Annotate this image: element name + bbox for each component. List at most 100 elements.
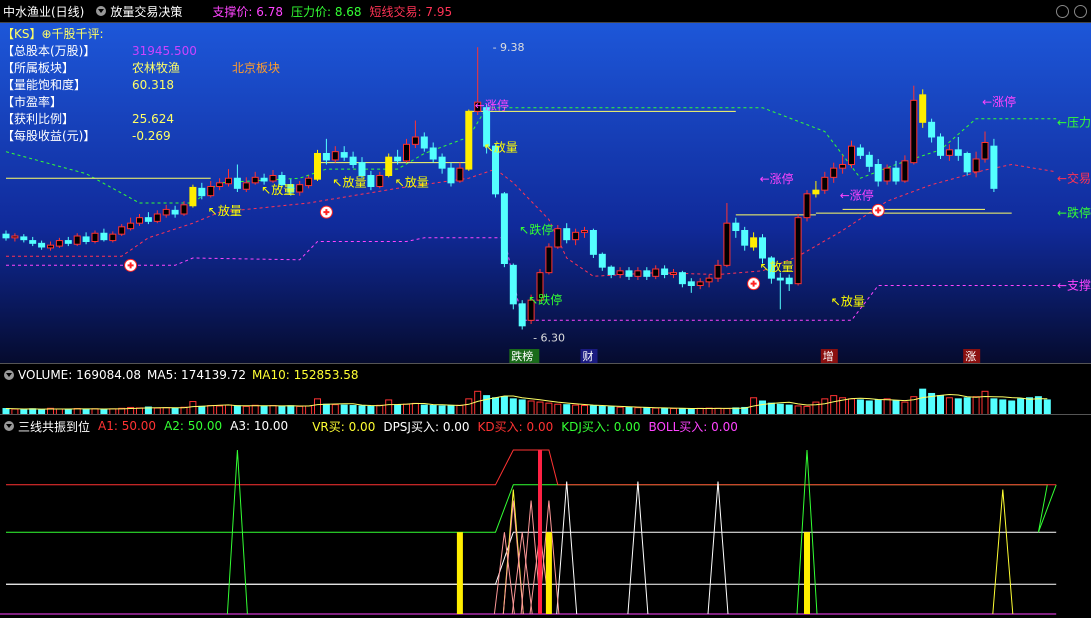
candle xyxy=(251,176,259,184)
candle xyxy=(652,268,660,277)
candle xyxy=(954,149,962,156)
yellow-signal-bar xyxy=(456,532,463,614)
a2-line xyxy=(6,484,1057,533)
candle xyxy=(545,246,553,274)
white-spike xyxy=(627,481,649,615)
candle xyxy=(358,162,366,177)
candle xyxy=(670,272,677,276)
candle xyxy=(144,217,152,222)
info-value: 25.624 xyxy=(132,112,174,126)
indicator-chart[interactable] xyxy=(0,436,1091,618)
candle xyxy=(616,270,624,275)
volume-bar xyxy=(759,400,766,415)
volume-bar xyxy=(385,399,393,415)
candle xyxy=(385,156,393,177)
a2-value: A2: 50.00 xyxy=(164,419,223,433)
candle xyxy=(874,164,882,182)
info-label: 【量能饱和度】 xyxy=(2,78,87,92)
candle xyxy=(91,232,99,242)
pressure-price: 压力价: 8.68 xyxy=(290,4,362,19)
annotation-label: ↖放量 xyxy=(831,294,865,309)
annotation-label: ↖跌停 xyxy=(528,292,562,307)
candle xyxy=(981,142,989,160)
candle xyxy=(411,136,419,145)
candle xyxy=(848,145,855,165)
indicator-header: 三线共振到位 A1: 50.00 A2: 50.00 A3: 10.00 VR买… xyxy=(0,414,1091,437)
kd-value: KD买入: 0.00 xyxy=(477,419,554,434)
candle xyxy=(785,277,793,285)
candle xyxy=(314,153,321,180)
candle xyxy=(296,184,304,193)
candle xyxy=(394,156,402,162)
candle xyxy=(607,266,615,276)
volume-menu-icon[interactable] xyxy=(4,370,14,380)
volume-bar xyxy=(856,399,864,415)
right-line-label: ←支撑 xyxy=(1057,278,1091,293)
candle xyxy=(64,240,72,244)
info-value: -0.269 xyxy=(132,129,171,143)
candle xyxy=(643,270,651,277)
volume-ma5: MA5: 174139.72 xyxy=(147,368,246,382)
volume-bar xyxy=(972,396,980,415)
candle xyxy=(11,235,19,239)
candle xyxy=(865,154,873,167)
indicator2-menu-icon[interactable] xyxy=(4,421,14,431)
candle xyxy=(109,233,117,242)
right-line-label: ←跌停 xyxy=(1057,205,1091,220)
candle xyxy=(678,272,686,285)
candle xyxy=(242,182,250,190)
pink-spike xyxy=(502,500,524,615)
candle xyxy=(420,136,428,149)
candle xyxy=(901,160,909,182)
candle xyxy=(910,99,918,164)
chevron-up-icon[interactable] xyxy=(1056,5,1069,18)
candle xyxy=(776,277,784,281)
candle xyxy=(376,175,384,187)
volume-bar xyxy=(883,398,891,415)
candle xyxy=(189,186,197,207)
candle xyxy=(892,167,900,182)
info-value: 60.318 xyxy=(132,78,174,92)
candle xyxy=(937,136,944,156)
candle xyxy=(572,231,580,241)
right-line-label: ←压力 xyxy=(1057,115,1091,129)
candle xyxy=(225,177,232,185)
indicator-menu-icon[interactable] xyxy=(96,6,107,16)
candle xyxy=(260,177,268,182)
candle xyxy=(216,182,224,187)
high-price-label: - 9.38 xyxy=(493,41,525,54)
indicator-svg xyxy=(0,449,1057,615)
indicator2-name[interactable]: 三线共振到位 xyxy=(18,418,90,435)
volume-bar xyxy=(189,401,197,415)
volume-bar xyxy=(937,395,944,415)
candle xyxy=(38,242,46,248)
candle xyxy=(732,222,740,232)
candle xyxy=(741,230,749,246)
yellow-spike xyxy=(992,489,1014,615)
volume-bar xyxy=(492,397,499,415)
volume-ma-line xyxy=(5,393,1048,410)
annotation-label: ↖放量 xyxy=(332,175,366,190)
boll-value: BOLL买入: 0.00 xyxy=(648,419,738,434)
candle xyxy=(127,222,135,230)
volume-bar xyxy=(919,388,927,415)
volume-bar xyxy=(865,400,873,415)
info-value: 农林牧渔 xyxy=(132,61,181,75)
volume-bar xyxy=(500,396,508,415)
candle xyxy=(198,187,206,197)
candle xyxy=(322,153,330,161)
volume-bar xyxy=(999,399,1007,415)
candle xyxy=(589,230,597,255)
annotation-label: ↖放量 xyxy=(395,175,429,190)
a1-value: A1: 50.00 xyxy=(98,419,157,433)
volume-chart[interactable] xyxy=(0,385,1091,415)
chevron-down-icon[interactable] xyxy=(1074,5,1087,18)
candle xyxy=(856,147,864,156)
volume-bar xyxy=(1043,399,1051,415)
volume-bar xyxy=(1017,398,1025,415)
indicator-name[interactable]: 放量交易决策 xyxy=(110,3,182,20)
a1-line xyxy=(6,449,1057,486)
candle xyxy=(661,268,669,275)
candle xyxy=(82,236,90,243)
volume-ma10: MA10: 152853.58 xyxy=(251,368,359,382)
